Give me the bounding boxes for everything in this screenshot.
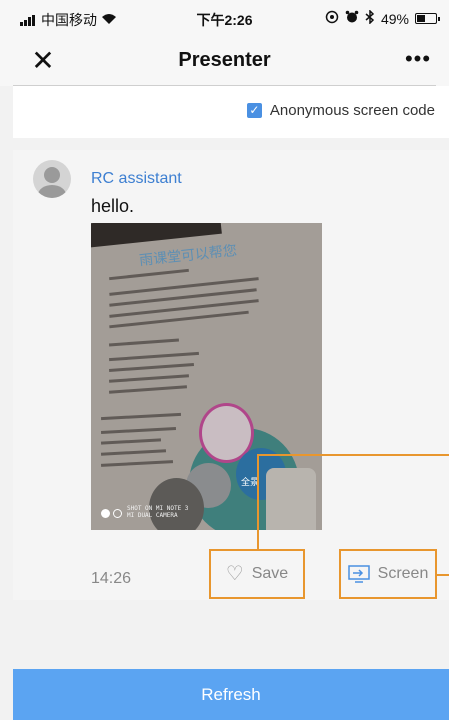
callout-lines (257, 454, 449, 576)
refresh-button[interactable]: Refresh (13, 669, 449, 720)
